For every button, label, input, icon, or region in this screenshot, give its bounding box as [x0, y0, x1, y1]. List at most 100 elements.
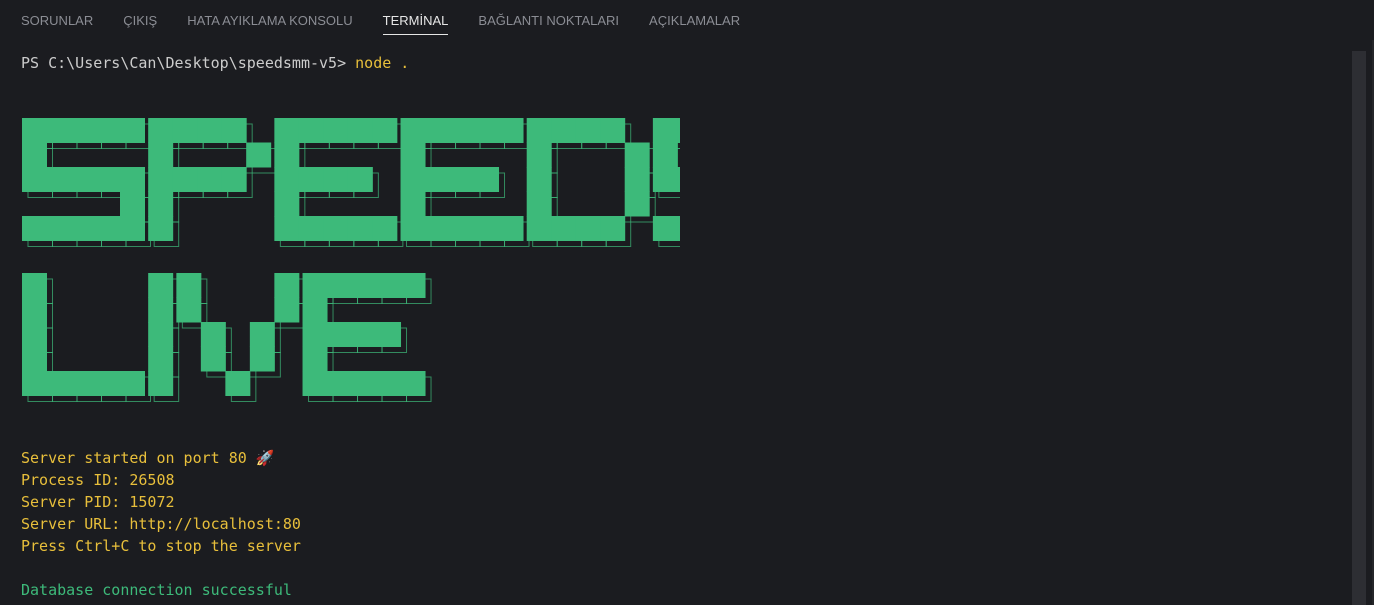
banner-block — [400, 167, 426, 192]
banner-block — [225, 371, 251, 396]
banner-block — [400, 118, 426, 143]
tab-ports[interactable]: BAĞLANTI NOKTALARI — [478, 13, 619, 34]
tab-output[interactable]: ÇIKIŞ — [123, 13, 157, 34]
banner-block — [327, 371, 353, 396]
prompt-line: PS C:\Users\Can\Desktop\speedsmm-v5> nod… — [21, 52, 409, 74]
banner-block — [148, 142, 174, 168]
banner-block — [624, 142, 650, 168]
banner-block — [274, 273, 300, 298]
banner-block — [347, 167, 373, 192]
banner-block — [22, 322, 47, 347]
banner-block — [302, 273, 328, 298]
banner-block — [474, 167, 500, 192]
banner-block — [425, 216, 451, 241]
log-line: Server URL: http://localhost:80 — [21, 515, 301, 533]
banner-block — [425, 167, 451, 192]
banner-block — [197, 167, 223, 192]
ascii-banner — [20, 115, 1035, 466]
banner-block — [376, 273, 402, 298]
banner-block — [474, 118, 500, 143]
banner-block — [221, 118, 247, 143]
banner-block — [400, 142, 426, 168]
banner-block — [323, 216, 349, 241]
banner-block — [652, 216, 678, 241]
tab-comments[interactable]: AÇIKLAMALAR — [649, 13, 740, 34]
banner-block — [22, 216, 47, 241]
banner-block — [274, 167, 300, 192]
banner-block — [95, 216, 121, 241]
banner-block — [148, 191, 174, 217]
banner-block — [526, 142, 552, 168]
banner-block — [71, 167, 96, 192]
banner-block — [22, 346, 47, 372]
tab-terminal[interactable]: TERMİNAL — [382, 13, 449, 35]
tab-debug-console[interactable]: HATA AYIKLAMA KONSOLU — [187, 13, 352, 34]
banner-block — [400, 191, 426, 217]
banner-block — [677, 118, 703, 143]
banner-block — [526, 118, 552, 143]
banner-block — [575, 118, 601, 143]
banner-block — [327, 273, 353, 298]
banner-block — [120, 216, 145, 241]
banner-block — [347, 118, 373, 143]
banner-block — [298, 118, 324, 143]
banner-block — [71, 371, 96, 396]
banner-block — [200, 346, 226, 372]
banner-block — [46, 167, 72, 192]
banner-block — [95, 167, 121, 192]
banner-block — [176, 297, 202, 323]
log-line-success: Database connection successful — [21, 581, 292, 599]
banner-block — [323, 167, 349, 192]
banner-block — [624, 167, 650, 192]
panel-tab-bar: SORUNLAR ÇIKIŞ HATA AYIKLAMA KONSOLU TER… — [0, 0, 1374, 40]
banner-block — [449, 118, 475, 143]
ascii-banner-art — [22, 118, 1035, 402]
banner-block — [120, 167, 145, 192]
banner-block — [274, 297, 300, 323]
banner-block — [351, 273, 377, 298]
banner-block — [197, 118, 223, 143]
banner-block — [677, 167, 703, 192]
banner-block — [351, 371, 377, 396]
banner-block — [249, 322, 275, 347]
banner-block — [246, 142, 272, 168]
tab-problems[interactable]: SORUNLAR — [21, 13, 93, 34]
banner-block — [22, 273, 47, 298]
terminal-scrollbar-thumb[interactable] — [1352, 51, 1366, 605]
banner-block — [624, 191, 650, 217]
banner-block — [347, 216, 373, 241]
banner-block — [298, 216, 324, 241]
banner-block — [327, 322, 353, 347]
banner-block — [22, 142, 47, 168]
banner-block — [526, 191, 552, 217]
banner-block — [372, 118, 398, 143]
banner-block — [148, 346, 174, 372]
server-log: Server started on port 80 🚀 Process ID: … — [21, 447, 301, 601]
banner-block — [148, 371, 174, 396]
banner-block — [46, 118, 72, 143]
banner-block — [600, 118, 626, 143]
banner-block — [46, 371, 72, 396]
banner-block — [249, 346, 275, 372]
banner-block — [425, 118, 451, 143]
banner-block — [95, 371, 121, 396]
banner-block — [652, 118, 678, 143]
banner-block — [120, 191, 145, 217]
banner-block — [22, 167, 47, 192]
terminal-output[interactable]: PS C:\Users\Can\Desktop\speedsmm-v5> nod… — [21, 52, 1344, 605]
banner-block — [372, 216, 398, 241]
banner-block — [274, 142, 300, 168]
banner-block — [22, 118, 47, 143]
banner-block — [172, 167, 198, 192]
banner-block — [221, 167, 247, 192]
banner-block — [474, 216, 500, 241]
banner-block — [148, 216, 174, 241]
banner-block — [46, 216, 72, 241]
banner-block — [298, 167, 324, 192]
banner-block — [400, 273, 426, 298]
banner-block — [148, 297, 174, 323]
log-line: Server PID: 15072 — [21, 493, 175, 511]
banner-block — [652, 167, 678, 192]
banner-block — [376, 322, 402, 347]
banner-block — [120, 371, 145, 396]
